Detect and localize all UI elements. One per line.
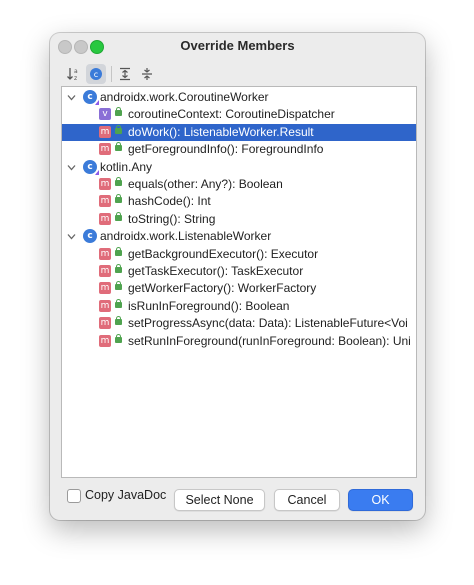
class-name-label: androidx.work.CoroutineWorker bbox=[100, 90, 269, 104]
toolbar: a z c bbox=[62, 63, 422, 85]
cancel-button[interactable]: Cancel bbox=[274, 489, 340, 511]
public-visibility-icon bbox=[115, 298, 122, 308]
tree-class-node[interactable]: c androidx.work.ListenableWorker bbox=[62, 228, 416, 245]
method-icon: m bbox=[99, 282, 111, 295]
tree-class-node[interactable]: c kotlin.Any bbox=[62, 159, 416, 176]
svg-text:c: c bbox=[94, 70, 98, 79]
class-icon: c bbox=[83, 159, 99, 175]
method-icon: m bbox=[99, 195, 111, 208]
public-visibility-icon bbox=[115, 246, 122, 256]
copy-javadoc-label: Copy JavaDoc bbox=[85, 488, 167, 502]
sort-alphabetically-button[interactable]: a z bbox=[64, 64, 84, 84]
member-signature-label: setRunInForeground(runInForeground: Bool… bbox=[128, 333, 411, 348]
public-visibility-icon bbox=[115, 177, 122, 186]
public-visibility-icon bbox=[115, 211, 122, 221]
select-none-button[interactable]: Select None bbox=[174, 489, 265, 511]
toolbar-separator bbox=[111, 66, 112, 82]
chevron-down-icon[interactable] bbox=[67, 94, 76, 101]
member-signature-label: getBackgroundExecutor(): Executor bbox=[128, 246, 319, 261]
public-visibility-icon bbox=[115, 124, 122, 134]
public-visibility-icon bbox=[115, 194, 122, 204]
method-icon: m bbox=[99, 265, 111, 277]
override-members-dialog: Override Members a z c c androidx.work.C… bbox=[50, 33, 425, 520]
method-icon: m bbox=[99, 125, 111, 138]
kotlin-badge-icon bbox=[95, 169, 99, 175]
member-signature-label: hashCode(): Int bbox=[128, 194, 211, 209]
public-visibility-icon bbox=[115, 264, 122, 273]
public-visibility-icon bbox=[115, 142, 122, 152]
tree-member-row[interactable]: m toString(): String bbox=[62, 211, 416, 228]
member-signature-label: doWork(): ListenableWorker.Result bbox=[128, 124, 314, 139]
tree-class-node[interactable]: c androidx.work.CoroutineWorker bbox=[62, 89, 416, 106]
title-bar: Override Members bbox=[50, 33, 425, 59]
method-icon: m bbox=[99, 143, 111, 156]
copy-javadoc-checkbox[interactable] bbox=[67, 489, 81, 503]
member-signature-label: isRunInForeground(): Boolean bbox=[128, 298, 290, 313]
public-visibility-icon bbox=[115, 333, 122, 343]
tree-member-row[interactable]: m getBackgroundExecutor(): Executor bbox=[62, 246, 416, 263]
method-icon: m bbox=[99, 299, 111, 312]
method-icon: m bbox=[99, 178, 111, 190]
member-signature-label: getTaskExecutor(): TaskExecutor bbox=[128, 264, 304, 278]
public-visibility-icon bbox=[115, 281, 122, 291]
tree-member-row[interactable]: m hashCode(): Int bbox=[62, 193, 416, 210]
class-icon: c bbox=[83, 229, 97, 244]
method-icon: m bbox=[99, 212, 111, 225]
tree-member-row[interactable]: m equals(other: Any?): Boolean bbox=[62, 176, 416, 193]
tree-member-row[interactable]: m setRunInForeground(runInForeground: Boo… bbox=[62, 333, 416, 350]
tree-member-row[interactable]: m getWorkerFactory(): WorkerFactory bbox=[62, 280, 416, 297]
property-icon: v bbox=[99, 108, 111, 121]
show-classes-icon: c bbox=[90, 68, 102, 80]
chevron-down-icon[interactable] bbox=[67, 164, 76, 171]
member-signature-label: setProgressAsync(data: Data): Listenable… bbox=[128, 316, 408, 331]
chevron-down-icon[interactable] bbox=[67, 233, 76, 240]
member-signature-label: getForegroundInfo(): ForegroundInfo bbox=[128, 142, 324, 157]
tree-member-row[interactable]: m setProgressAsync(data: Data): Listenabl… bbox=[62, 315, 416, 332]
tree-member-row[interactable]: m getTaskExecutor(): TaskExecutor bbox=[62, 263, 416, 280]
method-icon: m bbox=[99, 317, 111, 330]
tree-member-row[interactable]: m getForegroundInfo(): ForegroundInfo bbox=[62, 141, 416, 158]
collapse-all-button[interactable] bbox=[137, 64, 157, 84]
ok-button[interactable]: OK bbox=[348, 489, 413, 511]
method-icon: m bbox=[99, 334, 111, 347]
members-tree[interactable]: c androidx.work.CoroutineWorker v coroutine… bbox=[61, 86, 417, 478]
expand-all-icon bbox=[120, 67, 130, 81]
public-visibility-icon bbox=[115, 107, 122, 117]
show-classes-button[interactable]: c bbox=[86, 64, 106, 84]
class-icon: c bbox=[83, 90, 99, 105]
expand-all-button[interactable] bbox=[115, 64, 135, 84]
svg-text:z: z bbox=[74, 75, 77, 82]
sort-alpha-icon: a z bbox=[67, 68, 78, 82]
member-signature-label: coroutineContext: CoroutineDispatcher bbox=[128, 107, 335, 122]
dialog-footer: Copy JavaDoc Select None Cancel OK bbox=[50, 483, 425, 520]
tree-member-row[interactable]: v coroutineContext: CoroutineDispatcher bbox=[62, 106, 416, 123]
member-signature-label: toString(): String bbox=[128, 211, 216, 226]
kotlin-badge-icon bbox=[95, 100, 99, 105]
method-icon: m bbox=[99, 247, 111, 260]
class-name-label: kotlin.Any bbox=[100, 159, 153, 174]
svg-text:a: a bbox=[74, 68, 78, 75]
class-name-label: androidx.work.ListenableWorker bbox=[100, 229, 272, 244]
member-signature-label: getWorkerFactory(): WorkerFactory bbox=[128, 281, 317, 296]
member-signature-label: equals(other: Any?): Boolean bbox=[128, 177, 283, 191]
collapse-all-icon bbox=[142, 68, 152, 80]
dialog-title: Override Members bbox=[180, 38, 295, 53]
tree-member-row[interactable]: m isRunInForeground(): Boolean bbox=[62, 298, 416, 315]
tree-member-row[interactable]: m doWork(): ListenableWorker.Result bbox=[62, 123, 416, 141]
public-visibility-icon bbox=[115, 316, 122, 326]
